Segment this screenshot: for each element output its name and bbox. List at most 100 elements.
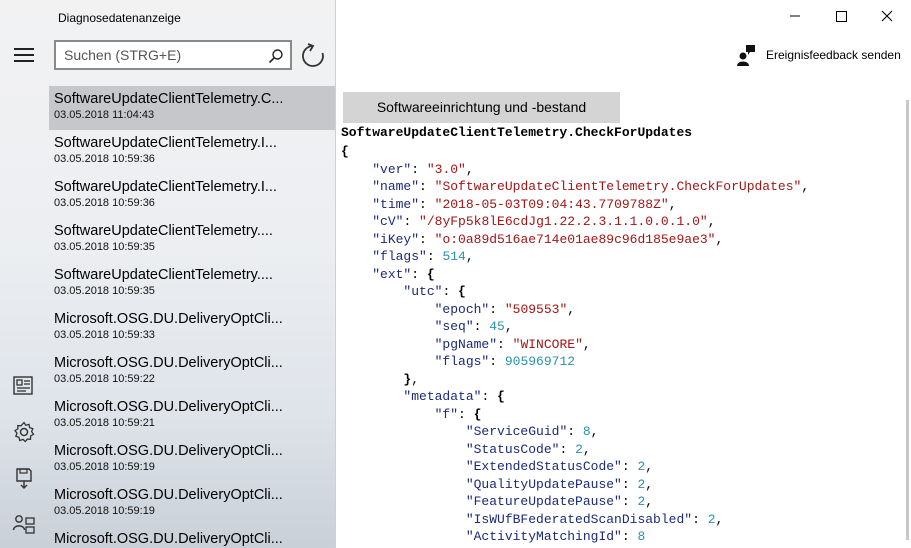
- json-token: ,: [801, 179, 810, 194]
- search-input[interactable]: [64, 47, 259, 63]
- json-token: ,: [645, 494, 654, 509]
- json-token: ,: [504, 319, 513, 334]
- event-timestamp: 03.05.2018 10:59:36: [54, 197, 155, 209]
- json-token: 8: [637, 529, 646, 544]
- event-json-viewer: { "ver": "3.0", "name": "SoftwareUpdateC…: [341, 143, 809, 546]
- json-line: "flags": 514,: [341, 248, 809, 266]
- json-token: :: [567, 424, 583, 439]
- event-timestamp: 03.05.2018 10:59:35: [54, 241, 155, 253]
- json-token: {: [473, 406, 482, 422]
- json-token: "seq": [434, 319, 474, 334]
- json-token: "ExtendedStatusCode": [465, 459, 622, 474]
- json-token: "pgName": [434, 336, 498, 352]
- json-token: "QualityUpdatePause": [465, 476, 622, 492]
- json-line: "QualityUpdatePause": 2,: [341, 476, 809, 494]
- event-list-item[interactable]: Microsoft.OSG.DU.DeliveryOptCli...: [49, 526, 335, 548]
- json-line: "ext": {: [341, 266, 809, 284]
- json-token: :: [621, 459, 638, 474]
- search-icon[interactable]: [268, 48, 284, 64]
- json-token: :: [621, 476, 638, 492]
- event-name: Microsoft.OSG.DU.DeliveryOptCli...: [54, 355, 283, 371]
- event-timestamp: 03.05.2018 11:04:43: [54, 109, 155, 121]
- app-title: Diagnosedatenanzeige: [58, 11, 181, 25]
- event-name: SoftwareUpdateClientTelemetry.C...: [54, 91, 284, 107]
- json-token: :: [621, 529, 638, 544]
- event-list-item[interactable]: Microsoft.OSG.DU.DeliveryOptCli... 03.05.…: [49, 306, 335, 350]
- event-list-item[interactable]: Microsoft.OSG.DU.DeliveryOptCli... 03.05.…: [49, 350, 335, 394]
- json-token: ,: [590, 424, 599, 439]
- json-token: 514: [442, 249, 466, 264]
- detail-pane: Ereignisfeedback senden Softwareeinricht…: [336, 0, 911, 548]
- json-line: {: [341, 143, 809, 161]
- event-title: SoftwareUpdateClientTelemetry.CheckForUp…: [341, 125, 693, 140]
- json-token: "iKey": [372, 231, 420, 247]
- event-list-item[interactable]: SoftwareUpdateClientTelemetry.... 03.05.2…: [49, 218, 335, 262]
- json-token: "metadata": [403, 389, 482, 404]
- close-icon[interactable]: [864, 0, 910, 32]
- json-token: :: [621, 494, 638, 509]
- json-token: :: [419, 196, 435, 212]
- event-name: SoftwareUpdateClientTelemetry....: [54, 267, 273, 283]
- json-token: ,: [582, 441, 591, 457]
- export-data-icon[interactable]: [12, 466, 36, 490]
- json-line: "ServiceGuid": 8,: [341, 423, 809, 441]
- event-list-item[interactable]: SoftwareUpdateClientTelemetry.... 03.05.2…: [49, 262, 335, 306]
- json-line: "utc": {: [341, 283, 809, 301]
- json-token: 2: [707, 511, 716, 527]
- hamburger-icon: [14, 48, 34, 50]
- json-token: :: [559, 441, 576, 457]
- json-token: 2: [575, 441, 583, 457]
- json-token: 45: [489, 319, 505, 334]
- event-list-item[interactable]: Microsoft.OSG.DU.DeliveryOptCli... 03.05.…: [49, 394, 335, 438]
- hamburger-menu-button[interactable]: [10, 42, 38, 68]
- event-list-item[interactable]: Microsoft.OSG.DU.DeliveryOptCli... 03.05.…: [49, 438, 335, 482]
- json-token: :: [442, 284, 459, 299]
- settings-icon[interactable]: [12, 420, 36, 444]
- json-token: {: [426, 266, 435, 282]
- json-line: "name": "SoftwareUpdateClientTelemetry.C…: [341, 178, 809, 196]
- event-list: SoftwareUpdateClientTelemetry.C... 03.05.…: [49, 86, 335, 548]
- user-account-icon[interactable]: [12, 512, 36, 536]
- json-token: :: [489, 354, 505, 369]
- event-list-item[interactable]: Microsoft.OSG.DU.DeliveryOptCli... 03.05.…: [49, 482, 335, 526]
- event-name: Microsoft.OSG.DU.DeliveryOptCli...: [54, 399, 283, 415]
- json-token: "ActivityMatchingId": [465, 529, 622, 544]
- event-name: SoftwareUpdateClientTelemetry....: [54, 223, 273, 239]
- event-list-item[interactable]: SoftwareUpdateClientTelemetry.I... 03.05.…: [49, 130, 335, 174]
- json-token: "ext": [372, 266, 412, 282]
- json-token: {: [458, 284, 466, 299]
- json-line: "FeatureUpdatePause": 2,: [341, 493, 809, 511]
- json-token: "FeatureUpdatePause": [465, 494, 622, 509]
- json-line: "cV": "/8yFp5k8lE6cdJg1.22.2.3.1.1.0.0.1…: [341, 213, 809, 231]
- json-token: :: [489, 301, 505, 317]
- json-token: 8: [582, 424, 591, 439]
- minimize-icon[interactable]: [772, 0, 818, 32]
- json-token: :: [411, 161, 427, 177]
- json-token: "WINCORE": [512, 336, 583, 352]
- json-token: "name": [372, 179, 420, 194]
- maximize-icon[interactable]: [818, 0, 864, 32]
- json-line: "ActivityMatchingId": 8: [341, 528, 809, 546]
- refresh-icon[interactable]: [300, 43, 326, 69]
- json-token: :: [426, 249, 443, 264]
- json-line: "flags": 905969712: [341, 353, 809, 371]
- json-token: :: [458, 406, 474, 422]
- diagnostic-data-icon[interactable]: [12, 374, 36, 398]
- search-box[interactable]: [54, 40, 292, 70]
- json-token: ,: [668, 196, 677, 212]
- event-timestamp: 03.05.2018 10:59:22: [54, 373, 155, 385]
- event-list-item[interactable]: SoftwareUpdateClientTelemetry.I... 03.05.…: [49, 174, 335, 218]
- json-token: ,: [707, 214, 716, 229]
- json-token: "utc": [403, 284, 443, 299]
- json-token: 905969712: [504, 354, 576, 369]
- json-token: "3.0": [426, 161, 466, 177]
- event-list-item[interactable]: SoftwareUpdateClientTelemetry.C... 03.05.…: [49, 86, 335, 130]
- json-token: ,: [582, 336, 591, 352]
- json-token: ,: [411, 371, 420, 387]
- event-timestamp: 03.05.2018 10:59:35: [54, 285, 155, 297]
- json-line: "time": "2018-05-03T09:04:43.7709788Z",: [341, 196, 809, 214]
- json-token: :: [481, 389, 498, 404]
- detail-scrollbar[interactable]: [906, 100, 909, 540]
- json-line: "pgName": "WINCORE",: [341, 336, 809, 354]
- event-name: SoftwareUpdateClientTelemetry.I...: [54, 179, 277, 195]
